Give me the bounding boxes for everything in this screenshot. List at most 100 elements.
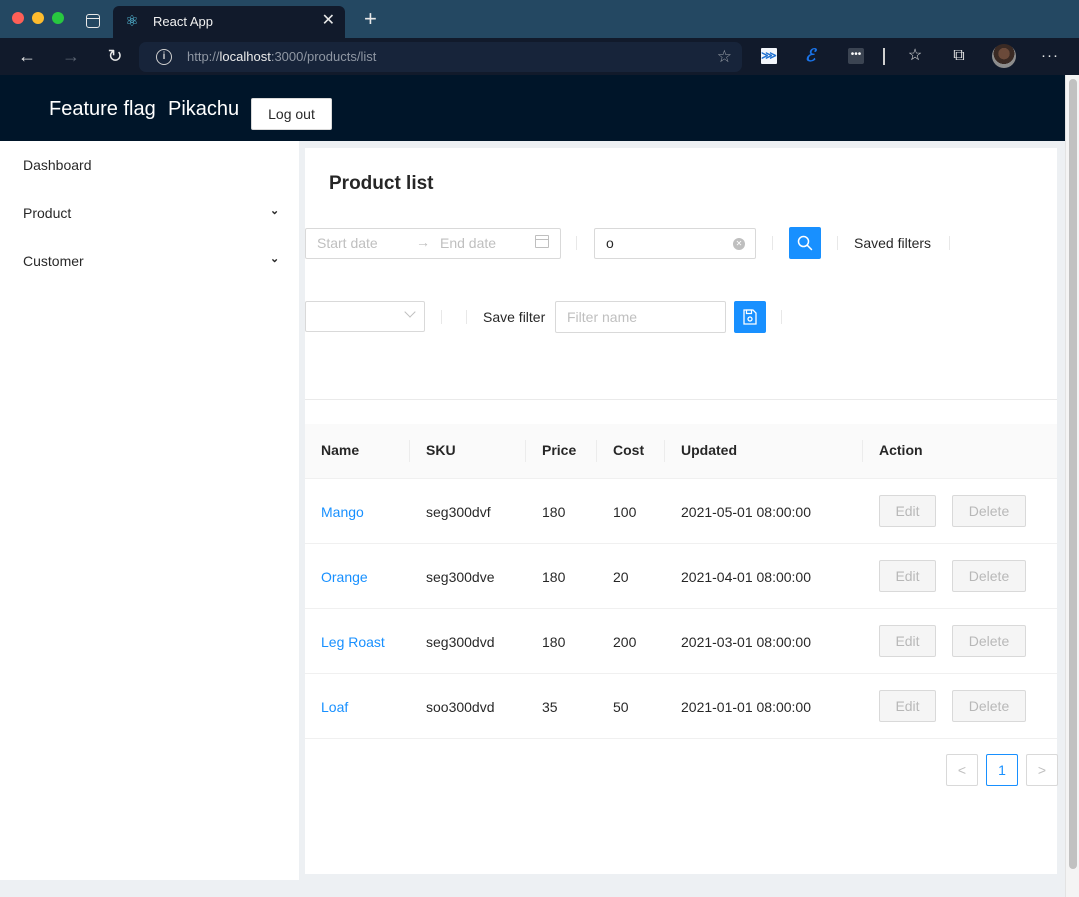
product-price: 180 bbox=[542, 634, 566, 650]
product-sku: seg300dvd bbox=[426, 634, 495, 650]
divider bbox=[466, 310, 467, 324]
end-date-input[interactable]: End date bbox=[440, 235, 496, 251]
column-divider bbox=[596, 440, 597, 462]
product-price: 180 bbox=[542, 504, 566, 520]
delete-button[interactable]: Delete bbox=[952, 560, 1026, 592]
column-divider bbox=[525, 440, 526, 462]
edit-button[interactable]: Edit bbox=[879, 495, 936, 527]
new-tab-icon[interactable]: + bbox=[364, 8, 377, 30]
url-text[interactable]: http://localhost:3000/products/list bbox=[187, 49, 376, 64]
address-bar[interactable]: i http://localhost:3000/products/list ☆ bbox=[139, 42, 742, 72]
saved-filter-select[interactable] bbox=[305, 301, 425, 332]
product-updated: 2021-01-01 08:00:00 bbox=[681, 699, 811, 715]
product-name-link[interactable]: Leg Roast bbox=[321, 634, 385, 650]
filter-name-input[interactable] bbox=[555, 301, 726, 333]
pagination-next-button[interactable]: > bbox=[1026, 754, 1058, 786]
divider bbox=[772, 236, 773, 250]
column-divider bbox=[862, 440, 863, 462]
extension-2-icon[interactable]: ℰ bbox=[805, 47, 821, 64]
chevron-down-icon bbox=[404, 306, 416, 318]
divider bbox=[781, 310, 782, 324]
collections-icon[interactable]: ⧉ bbox=[948, 45, 970, 67]
logout-button[interactable]: Log out bbox=[251, 98, 332, 130]
range-arrow-icon: → bbox=[416, 234, 430, 250]
main-content: Product list Start date → End date o ✕ S… bbox=[305, 148, 1058, 874]
product-sku: soo300dvd bbox=[426, 699, 495, 715]
product-cost: 20 bbox=[613, 569, 629, 585]
delete-button[interactable]: Delete bbox=[952, 625, 1026, 657]
page-title: Product list bbox=[329, 173, 434, 194]
product-cost: 100 bbox=[613, 504, 637, 520]
calendar-icon bbox=[535, 235, 549, 248]
column-divider bbox=[664, 440, 665, 462]
pagination-page-1[interactable]: 1 bbox=[986, 754, 1018, 786]
sidebar-toggle-icon[interactable] bbox=[86, 14, 100, 28]
edit-button[interactable]: Edit bbox=[879, 560, 936, 592]
table-header: Name SKU Price Cost Updated Action bbox=[305, 424, 1057, 479]
start-date-input[interactable]: Start date bbox=[317, 235, 378, 251]
column-divider bbox=[409, 440, 410, 462]
more-icon[interactable]: ··· bbox=[1039, 45, 1061, 67]
table-row: Loaf soo300dvd 35 50 2021-01-01 08:00:00… bbox=[305, 674, 1057, 739]
browser-toolbar: ← → ↻ i http://localhost:3000/products/l… bbox=[0, 38, 1079, 75]
sidebar-item-label: Customer bbox=[23, 253, 84, 269]
extension-3-icon[interactable]: ••• bbox=[848, 48, 864, 64]
search-icon bbox=[797, 235, 813, 251]
maximize-window-button[interactable] bbox=[52, 12, 64, 24]
edit-button[interactable]: Edit bbox=[879, 625, 936, 657]
product-price: 35 bbox=[542, 699, 558, 715]
scrollbar-thumb[interactable] bbox=[1069, 79, 1077, 869]
add-favorite-icon[interactable]: ☆ bbox=[717, 47, 732, 67]
url-host: localhost bbox=[219, 49, 271, 64]
column-header-sku: SKU bbox=[426, 442, 456, 458]
date-range-picker[interactable]: Start date → End date bbox=[305, 228, 561, 259]
delete-button[interactable]: Delete bbox=[952, 690, 1026, 722]
forward-arrow-icon[interactable]: → bbox=[59, 44, 83, 68]
product-name-link[interactable]: Loaf bbox=[321, 699, 348, 715]
pagination-prev-button[interactable]: < bbox=[946, 754, 978, 786]
toolbar-divider bbox=[883, 48, 885, 65]
sidebar-item-customer[interactable]: Customer ⌄ bbox=[0, 241, 299, 281]
browser-titlebar: ⚛ React App ✕ + bbox=[0, 0, 1079, 38]
url-path: :3000/products/list bbox=[270, 49, 377, 64]
product-name-link[interactable]: Mango bbox=[321, 504, 364, 520]
browser-tab[interactable]: ⚛ React App ✕ bbox=[113, 6, 345, 38]
sidebar-item-label: Dashboard bbox=[23, 157, 92, 173]
sidebar-item-dashboard[interactable]: Dashboard bbox=[0, 145, 299, 185]
sidebar-item-product[interactable]: Product ⌄ bbox=[0, 193, 299, 233]
search-input[interactable]: o ✕ bbox=[594, 228, 756, 259]
divider bbox=[949, 236, 950, 250]
column-header-name: Name bbox=[321, 442, 360, 458]
save-filter-button[interactable] bbox=[734, 301, 766, 333]
close-window-button[interactable] bbox=[12, 12, 24, 24]
sidebar-item-label: Product bbox=[23, 205, 72, 221]
column-header-cost: Cost bbox=[613, 442, 645, 458]
profile-avatar[interactable] bbox=[992, 44, 1016, 68]
reload-icon[interactable]: ↻ bbox=[103, 44, 127, 68]
table-row: Leg Roast seg300dvd 180 200 2021-03-01 0… bbox=[305, 609, 1057, 674]
back-arrow-icon[interactable]: ← bbox=[15, 44, 39, 68]
extension-1-icon[interactable]: ⋙ bbox=[761, 48, 777, 64]
save-icon bbox=[743, 309, 757, 325]
product-updated: 2021-04-01 08:00:00 bbox=[681, 569, 811, 585]
close-tab-icon[interactable]: ✕ bbox=[322, 12, 335, 30]
clear-icon[interactable]: ✕ bbox=[733, 238, 745, 250]
product-sku: seg300dvf bbox=[426, 504, 491, 520]
table-row: Mango seg300dvf 180 100 2021-05-01 08:00… bbox=[305, 479, 1057, 544]
product-price: 180 bbox=[542, 569, 566, 585]
edit-button[interactable]: Edit bbox=[879, 690, 936, 722]
save-filter-label: Save filter bbox=[483, 309, 546, 325]
divider bbox=[441, 310, 442, 324]
sidebar-menu: Dashboard Product ⌄ Customer ⌄ bbox=[0, 141, 299, 880]
favorites-icon[interactable]: ☆ bbox=[904, 45, 926, 67]
chevron-down-icon: ⌄ bbox=[270, 205, 280, 217]
search-input-value: o bbox=[606, 235, 614, 251]
info-icon[interactable]: i bbox=[156, 49, 172, 65]
minimize-window-button[interactable] bbox=[32, 12, 44, 24]
product-name-link[interactable]: Orange bbox=[321, 569, 368, 585]
column-header-price: Price bbox=[542, 442, 577, 458]
delete-button[interactable]: Delete bbox=[952, 495, 1026, 527]
search-button[interactable] bbox=[789, 227, 821, 259]
page-scrollbar[interactable] bbox=[1065, 75, 1079, 897]
divider bbox=[576, 236, 577, 250]
